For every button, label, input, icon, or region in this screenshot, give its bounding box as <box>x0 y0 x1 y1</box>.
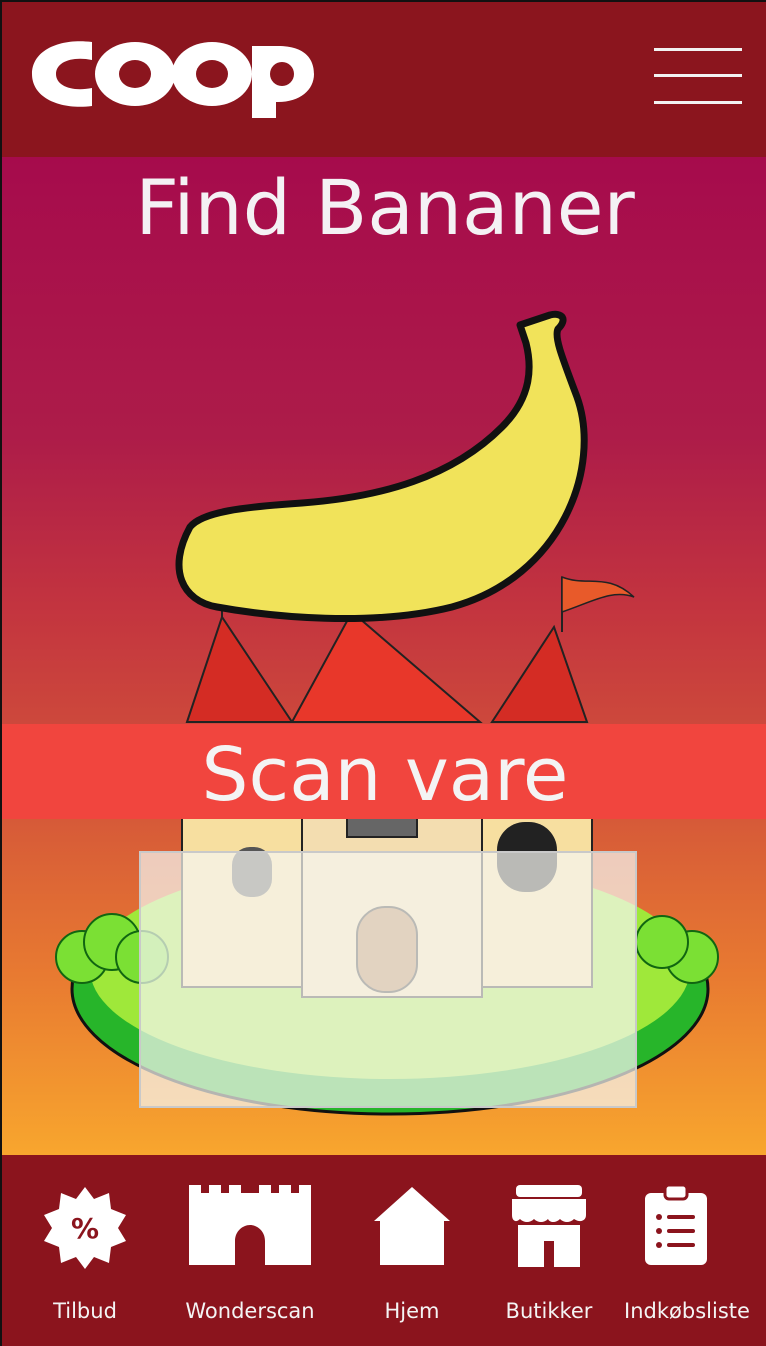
bottom-navigation: % Tilbud Wonderscan Hjem Butikker Indkøb… <box>0 1155 766 1346</box>
svg-text:%: % <box>71 1212 99 1245</box>
nav-label-hjem: Hjem <box>384 1299 440 1323</box>
nav-item-tilbud[interactable]: % Tilbud <box>2 1155 168 1346</box>
nav-label-indkobsliste: Indkøbsliste <box>624 1299 750 1323</box>
store-icon <box>512 1185 586 1267</box>
main-area: Find Bananer Scan vare <box>0 157 766 1155</box>
scan-button[interactable]: Scan vare <box>2 724 766 819</box>
menu-line <box>654 48 742 51</box>
nav-label-wonderscan: Wonderscan <box>185 1299 315 1323</box>
menu-line <box>654 74 742 77</box>
page-title: Find Bananer <box>135 163 635 252</box>
menu-line <box>654 101 742 104</box>
percent-badge-icon: % <box>44 1187 126 1269</box>
clipboard-list-icon <box>645 1185 707 1265</box>
scan-button-label: Scan vare <box>201 732 569 818</box>
banana-icon <box>175 310 588 623</box>
nav-item-indkobsliste[interactable]: Indkøbsliste <box>606 1155 766 1346</box>
nav-item-wonderscan[interactable]: Wonderscan <box>168 1155 332 1346</box>
hamburger-menu-icon[interactable] <box>654 48 742 106</box>
coop-logo[interactable] <box>30 32 315 122</box>
nav-item-butikker[interactable]: Butikker <box>492 1155 606 1346</box>
app-header <box>0 0 766 157</box>
home-icon <box>374 1187 450 1265</box>
nav-label-tilbud: Tilbud <box>53 1299 117 1323</box>
scanner-viewfinder[interactable] <box>139 851 637 1108</box>
castle-icon <box>189 1185 311 1265</box>
nav-label-butikker: Butikker <box>505 1299 593 1323</box>
nav-item-hjem[interactable]: Hjem <box>332 1155 492 1346</box>
